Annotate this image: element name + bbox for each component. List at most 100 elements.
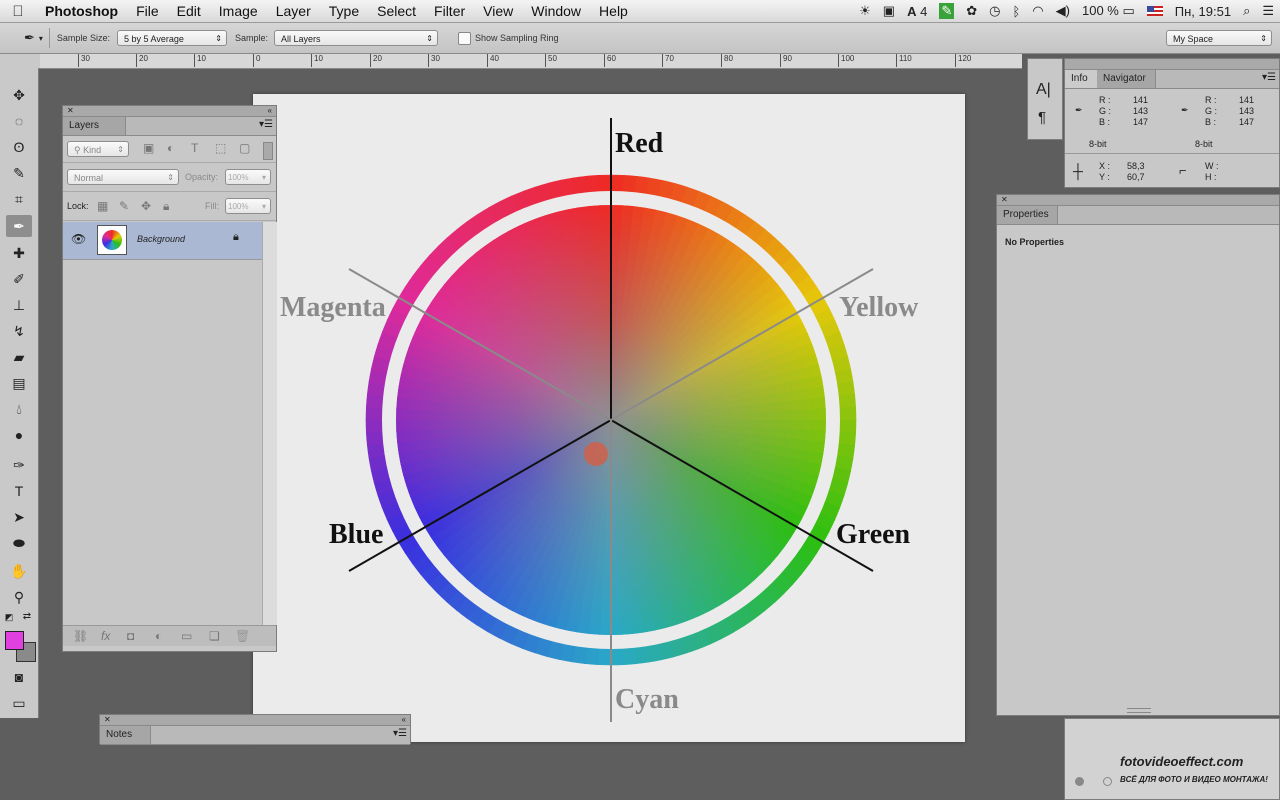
layers-panel-titlebar[interactable]: ✕ «: [63, 106, 276, 117]
eyedropper-tool-icon[interactable]: ✒: [6, 215, 32, 237]
lock-image-icon[interactable]: ✎: [119, 199, 129, 213]
eyedropper-tool-icon[interactable]: ✒: [24, 30, 35, 46]
properties-panel-titlebar[interactable]: ✕: [997, 195, 1279, 206]
lasso-tool-icon[interactable]: ʘ: [6, 136, 32, 158]
tab-properties[interactable]: Properties: [997, 206, 1058, 224]
menu-select[interactable]: Select: [368, 3, 425, 19]
menu-view[interactable]: View: [474, 3, 522, 19]
quick-mask-icon[interactable]: ◙: [6, 666, 32, 688]
link-layers-icon[interactable]: ⛓: [73, 629, 88, 643]
clock[interactable]: Пн, 19:51: [1175, 4, 1231, 19]
healing-brush-tool-icon[interactable]: ✚: [6, 242, 32, 264]
menu-type[interactable]: Type: [320, 3, 368, 19]
tab-layers[interactable]: Layers: [63, 117, 126, 135]
type-tool-icon[interactable]: T: [6, 480, 32, 502]
sample-size-select[interactable]: 5 by 5 Average ⇕: [116, 30, 227, 46]
new-adjustment-layer-icon[interactable]: ◐: [155, 629, 162, 643]
info-panel-titlebar[interactable]: [1065, 59, 1279, 70]
lower-panel-circle-icon[interactable]: [1103, 777, 1112, 786]
filter-pixel-icon[interactable]: ▣: [143, 141, 154, 155]
foreground-color-swatch[interactable]: [5, 631, 24, 650]
filter-toggle-switch[interactable]: [263, 142, 273, 160]
hand-tool-icon[interactable]: ✋: [6, 560, 32, 582]
move-tool-icon[interactable]: ✥: [6, 84, 32, 106]
us-flag-icon[interactable]: [1146, 6, 1163, 16]
drive-icon[interactable]: ▣: [883, 3, 895, 19]
lower-panel-circle-icon[interactable]: [1075, 777, 1084, 786]
marquee-tool-icon[interactable]: ◌: [6, 110, 32, 132]
battery-status[interactable]: 100 % ▭: [1082, 3, 1135, 19]
lock-transparent-icon[interactable]: ▦: [97, 199, 108, 213]
tab-info[interactable]: Info: [1065, 70, 1098, 88]
tab-navigator[interactable]: Navigator: [1097, 70, 1156, 88]
layer-style-icon[interactable]: fx: [101, 629, 110, 643]
paragraph-panel-icon[interactable]: ¶: [1038, 109, 1046, 126]
zoom-tool-icon[interactable]: ⚲: [6, 586, 32, 608]
delete-layer-icon[interactable]: 🗑︎: [235, 629, 250, 643]
collapse-icon[interactable]: «: [402, 715, 406, 725]
bluetooth-icon[interactable]: ᛒ: [1013, 4, 1021, 19]
sampling-ring-checkbox[interactable]: [457, 31, 471, 45]
menu-edit[interactable]: Edit: [168, 3, 210, 19]
brush-tool-icon[interactable]: ✐: [6, 268, 32, 290]
gradient-tool-icon[interactable]: ▤: [6, 372, 32, 394]
tool-preset-chevron-icon[interactable]: ▾: [39, 34, 43, 43]
panel-menu-icon[interactable]: ▾☰: [259, 119, 273, 130]
blur-tool-icon[interactable]: 💧︎: [6, 398, 32, 420]
menu-window[interactable]: Window: [522, 3, 590, 19]
menu-app-photoshop[interactable]: Photoshop: [36, 3, 127, 19]
menu-layer[interactable]: Layer: [267, 3, 320, 19]
new-layer-icon[interactable]: ❏: [209, 629, 220, 643]
menu-image[interactable]: Image: [210, 3, 267, 19]
properties-resize-grip[interactable]: [1127, 708, 1151, 713]
panel-menu-icon[interactable]: ▾☰: [393, 728, 407, 739]
document-canvas[interactable]: Red Yellow Green Cyan Blue Magenta: [253, 94, 965, 742]
notes-panel-titlebar[interactable]: ✕ «: [100, 715, 410, 726]
spotlight-search-icon[interactable]: ⌕: [1243, 3, 1250, 19]
layer-row-background[interactable]: 👁︎ Background 🔒︎: [63, 222, 262, 260]
path-selection-tool-icon[interactable]: ➤: [6, 506, 32, 528]
lock-all-icon[interactable]: 🔒︎: [163, 199, 169, 214]
eraser-tool-icon[interactable]: ▰: [6, 346, 32, 368]
clone-stamp-tool-icon[interactable]: ⊥: [6, 294, 32, 316]
history-brush-tool-icon[interactable]: ↯: [6, 320, 32, 342]
filter-shape-icon[interactable]: ⬚: [215, 141, 226, 155]
tab-notes[interactable]: Notes: [100, 726, 151, 744]
layer-name[interactable]: Background: [137, 234, 185, 244]
new-group-icon[interactable]: ▭: [181, 629, 192, 643]
swap-colors-icon[interactable]: ⇄: [20, 610, 34, 624]
opacity-field[interactable]: 100% ▾: [225, 169, 271, 185]
evernote-icon[interactable]: ✿: [966, 3, 977, 19]
default-colors-icon[interactable]: ◩: [2, 610, 16, 624]
sampling-ring-label[interactable]: Show Sampling Ring: [475, 33, 559, 43]
filter-adjustment-icon[interactable]: ◐: [167, 141, 174, 155]
collapse-icon[interactable]: «: [268, 106, 272, 116]
horizontal-ruler[interactable]: 30 20 10 0 10 20 30 40 50 60 70 80 90 10…: [40, 54, 1022, 69]
quick-selection-tool-icon[interactable]: ✎: [6, 162, 32, 184]
crop-tool-icon[interactable]: ⌗: [6, 188, 32, 210]
volume-icon[interactable]: ◀): [1056, 3, 1070, 19]
lock-position-icon[interactable]: ✥: [141, 199, 151, 213]
time-machine-icon[interactable]: ◷: [989, 3, 1000, 19]
brightness-icon[interactable]: ☀: [859, 3, 871, 19]
menu-help[interactable]: Help: [590, 3, 637, 19]
fill-field[interactable]: 100% ▾: [225, 198, 271, 214]
evernote-green-icon[interactable]: ✎: [939, 3, 955, 19]
close-icon[interactable]: ✕: [67, 106, 74, 115]
screen-mode-icon[interactable]: ▭: [6, 692, 32, 714]
layers-scrollbar[interactable]: [262, 222, 277, 625]
adobe-icon[interactable]: A 4: [907, 4, 927, 19]
notification-list-icon[interactable]: ☰: [1262, 3, 1274, 19]
filter-smart-object-icon[interactable]: ▢: [239, 141, 250, 155]
sample-select[interactable]: All Layers ⇕: [273, 30, 438, 46]
add-mask-icon[interactable]: ◘: [127, 629, 134, 643]
dodge-tool-icon[interactable]: ●: [6, 424, 32, 446]
menu-filter[interactable]: Filter: [425, 3, 474, 19]
menu-file[interactable]: File: [127, 3, 168, 19]
apple-menu-icon[interactable]: : [0, 3, 36, 20]
pen-tool-icon[interactable]: ✑: [6, 454, 32, 476]
filter-type-icon[interactable]: T: [191, 141, 198, 155]
wifi-icon[interactable]: ◠: [1032, 3, 1043, 19]
close-icon[interactable]: ✕: [1001, 195, 1008, 204]
workspace-select[interactable]: My Space ⇕: [1166, 30, 1272, 46]
